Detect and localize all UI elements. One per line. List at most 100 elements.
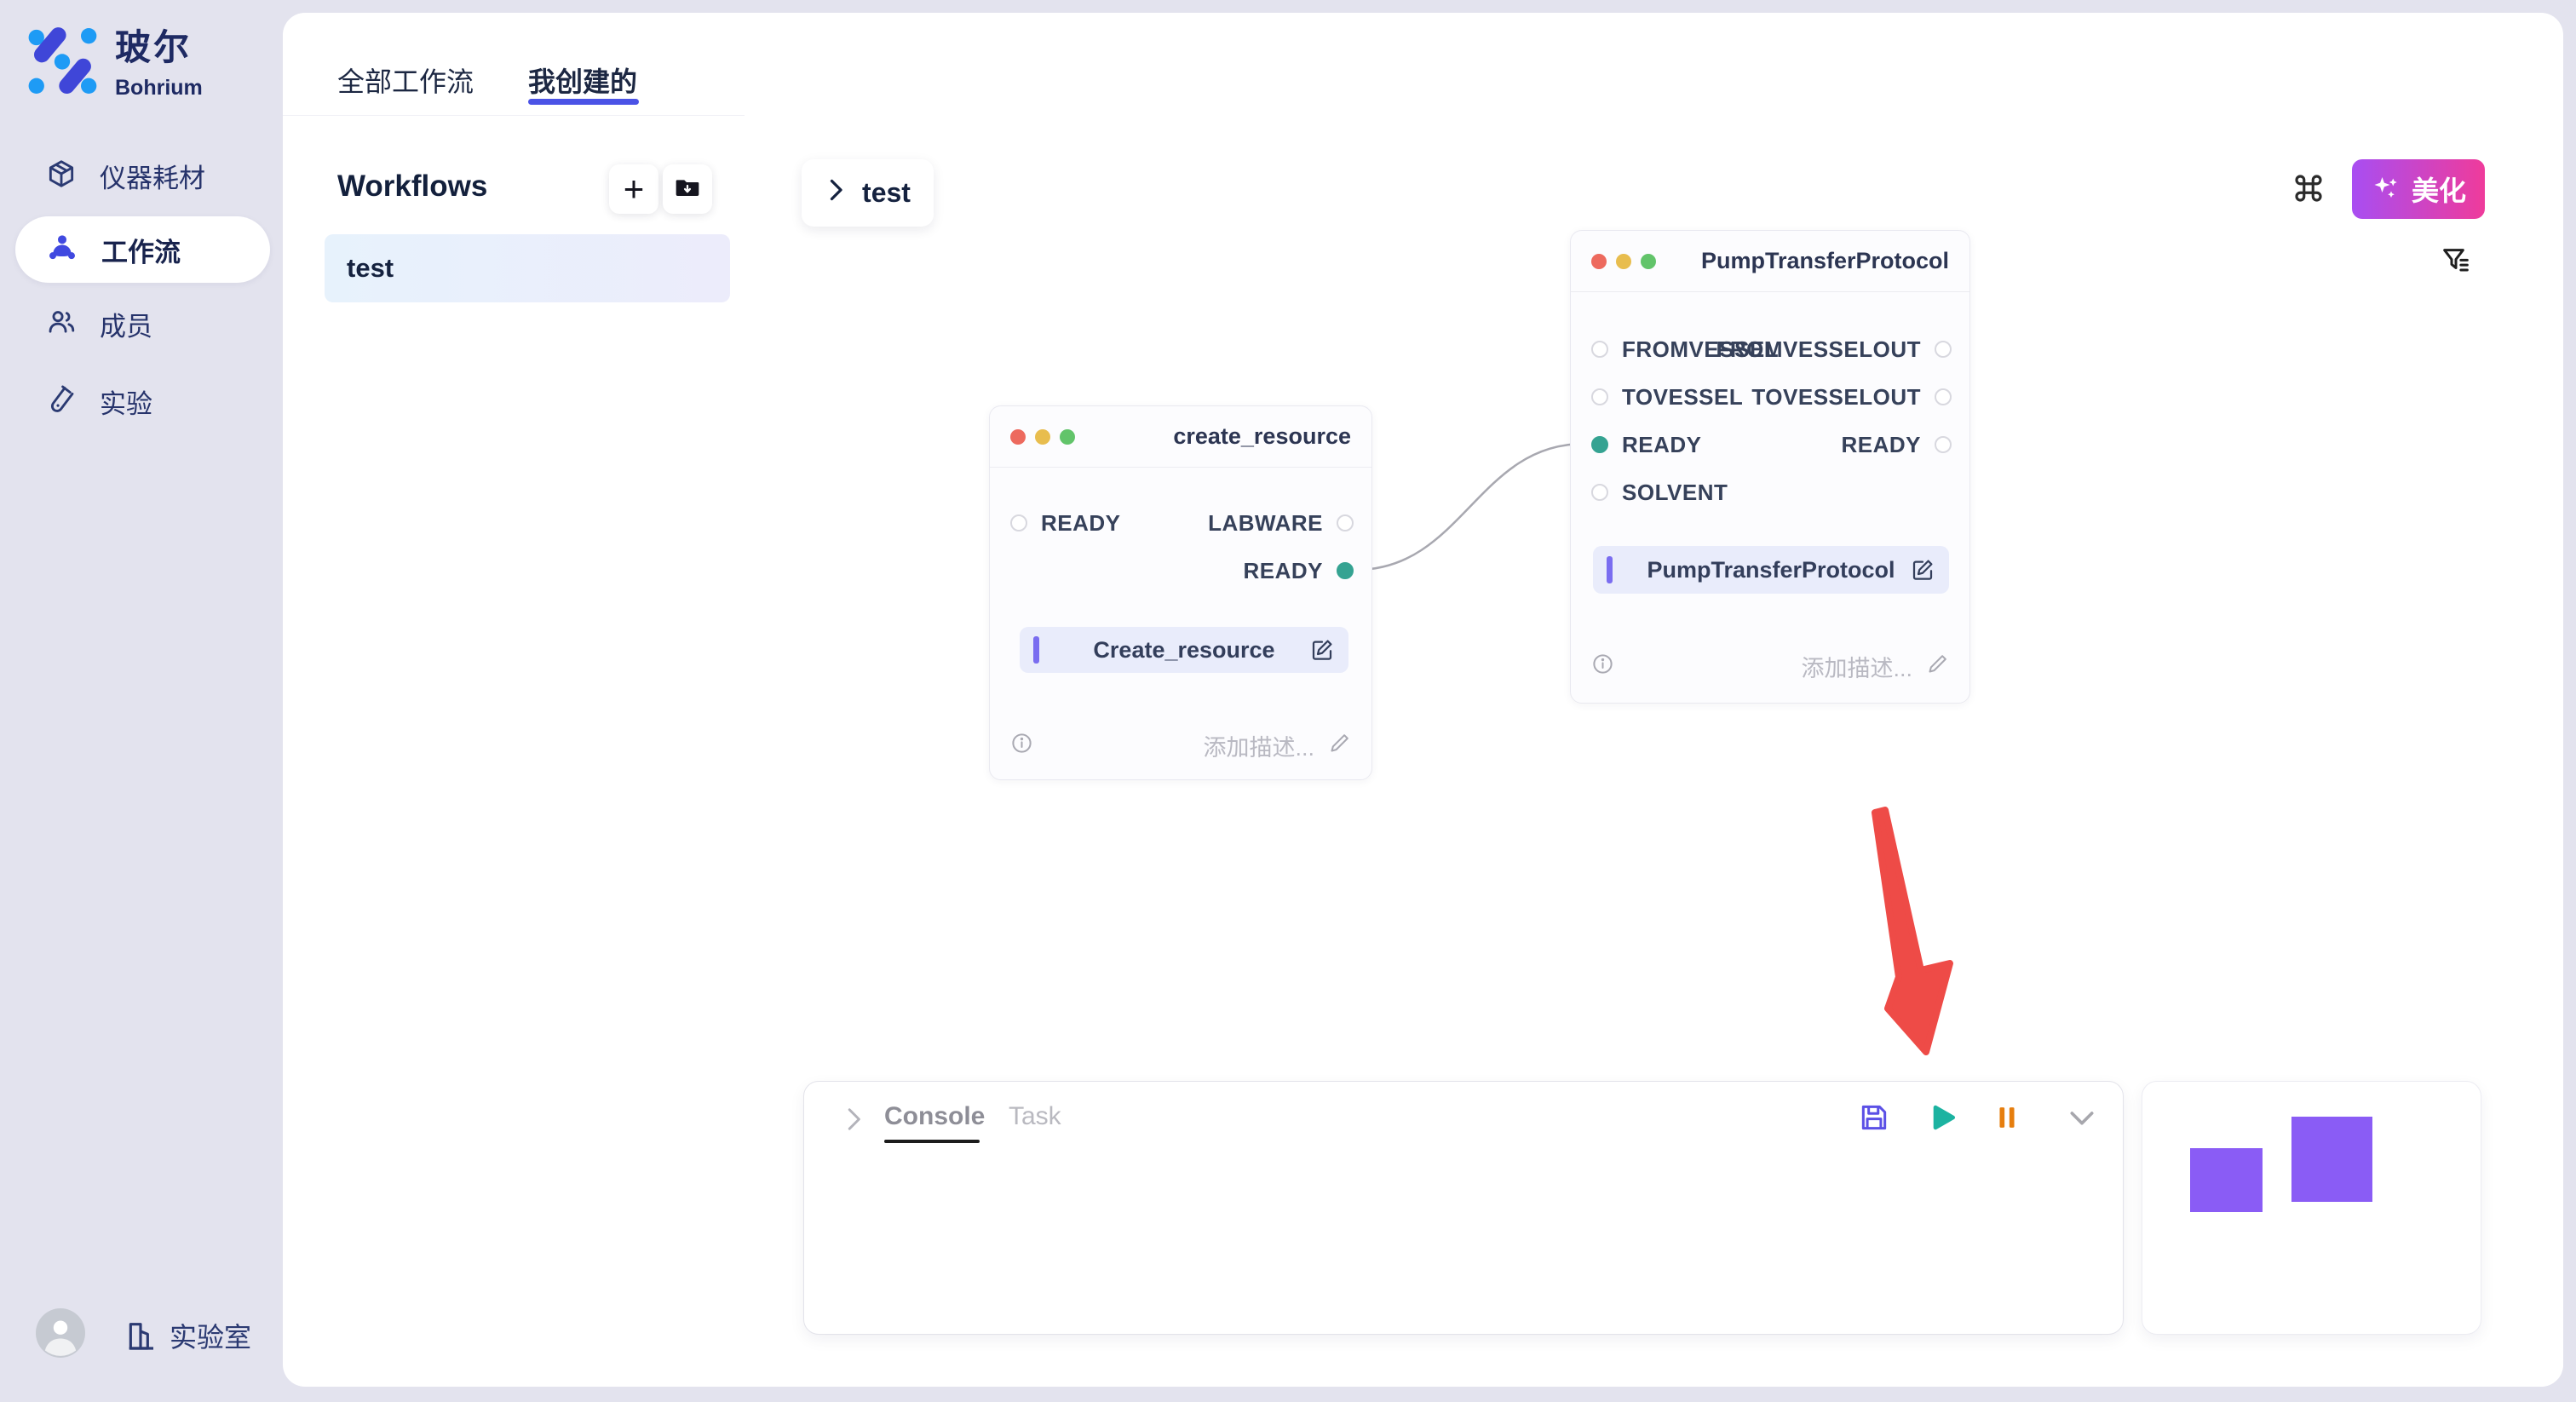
breadcrumb[interactable]: test [802,159,934,227]
test-tube-icon [45,383,78,420]
sidebar-item-experiments[interactable]: 实验 [15,368,270,434]
tab-task[interactable]: Task [1009,1102,1061,1131]
port-circle-connected[interactable] [1337,562,1354,579]
output-port-ready[interactable]: READY [1841,430,1952,459]
port-circle[interactable] [1935,388,1952,405]
brand-name-en: Bohrium [115,76,203,101]
panel-title: Workflows [337,170,487,204]
port-circle[interactable] [1935,436,1952,453]
auto-layout-button[interactable] [2291,170,2326,210]
node-title: PumpTransferProtocol [1701,248,1949,274]
edit-icon[interactable] [1309,637,1335,663]
chevron-right-icon[interactable] [825,177,847,210]
output-port-labware[interactable]: LABWARE [1208,509,1354,537]
node-footer: 添加描述... [1010,728,1351,762]
workflow-group-icon [45,231,79,269]
content-card: 全部工作流 我创建的 Workflows + test [283,13,2563,1387]
active-tab-underline [528,99,639,105]
node-action-pill[interactable]: Create_resource [1020,627,1348,673]
workflow-list-item[interactable]: test [325,234,730,302]
sidebar-item-label: 工作流 [101,231,181,269]
traffic-yellow-icon [1616,254,1631,269]
sidebar-item-label: 成员 [100,305,152,343]
pencil-icon[interactable] [1926,652,1949,680]
port-circle[interactable] [1935,341,1952,358]
workflow-canvas[interactable]: test create_resource READY LABWARE [745,115,2563,1387]
node-title: create_resource [1173,423,1351,450]
app: 玻尔 Bohrium 仪器耗材 工作流 [0,0,2576,1402]
info-icon[interactable] [1010,732,1033,759]
info-icon[interactable] [1591,652,1614,680]
input-port-ready[interactable]: READY [1591,430,1702,459]
console-expand-chevron-icon[interactable] [842,1106,865,1137]
traffic-green-icon [1060,429,1075,445]
connection-edge[interactable] [1356,444,1584,570]
save-button[interactable] [1857,1100,1891,1135]
pause-button[interactable] [1990,1100,2024,1135]
import-workflow-button[interactable] [663,164,712,214]
filter-button[interactable] [2439,244,2473,283]
output-port-tovesselout[interactable]: TOVESSELOUT [1751,382,1952,411]
members-icon [45,306,78,342]
node-header[interactable]: PumpTransferProtocol [1571,231,1969,292]
traffic-red-icon [1010,429,1026,445]
sidebar-item-instruments[interactable]: 仪器耗材 [15,142,270,209]
user-row: 实验室 [36,1308,251,1362]
port-circle-connected[interactable] [1591,436,1608,453]
beautify-button[interactable]: 美化 [2352,159,2485,219]
port-circle[interactable] [1591,341,1608,358]
minimap-node-create-resource [2190,1148,2263,1212]
bohrium-logo-icon [25,19,100,98]
traffic-green-icon [1641,254,1656,269]
port-circle[interactable] [1010,514,1027,531]
port-circle[interactable] [1591,388,1608,405]
command-icon [2291,195,2326,210]
add-workflow-button[interactable]: + [609,164,658,214]
brand-name-zh: 玻尔 [115,19,203,71]
workflow-item-label: test [347,253,394,284]
edit-icon[interactable] [1910,557,1935,583]
pill-accent-bar [1033,636,1039,664]
traffic-yellow-icon [1035,429,1050,445]
tab-all-workflows[interactable]: 全部工作流 [337,60,474,100]
minimap[interactable] [2142,1081,2481,1335]
annotation-red-arrow [1875,810,1950,1052]
port-circle[interactable] [1591,484,1608,501]
sidebar-item-workflows[interactable]: 工作流 [15,216,270,283]
folder-download-icon [674,174,701,205]
console-tab-underline [884,1140,980,1143]
input-port-solvent[interactable]: SOLVENT [1591,478,1728,507]
input-port-tovessel[interactable]: TOVESSEL [1591,382,1743,411]
description-placeholder[interactable]: 添加描述... [1801,650,1912,683]
port-circle[interactable] [1337,514,1354,531]
input-port-ready[interactable]: READY [1010,509,1121,537]
minimap-node-pump-transfer [2291,1117,2372,1202]
node-pump-transfer-protocol[interactable]: PumpTransferProtocol FROMVESSEL TOVESSEL… [1570,230,1970,704]
node-create-resource[interactable]: create_resource READY LABWARE READY Crea… [989,405,1372,780]
package-icon [45,158,78,194]
pill-accent-bar [1607,556,1613,583]
sidebar-item-label: 实验 [100,382,152,421]
sparkles-icon [2371,172,2401,207]
avatar[interactable] [36,1308,85,1362]
output-port-fromvesselout[interactable]: FROMVESSELOUT [1716,335,1952,364]
tab-console[interactable]: Console [884,1102,985,1131]
workspace-label[interactable]: 实验室 [170,1316,251,1355]
building-icon [124,1319,158,1353]
sidebar-item-members[interactable]: 成员 [15,290,270,357]
description-placeholder[interactable]: 添加描述... [1203,729,1314,762]
node-header[interactable]: create_resource [990,406,1371,468]
run-button[interactable] [1925,1100,1959,1135]
sidebar-item-label: 仪器耗材 [100,157,205,195]
output-port-ready[interactable]: READY [1243,556,1354,585]
traffic-red-icon [1591,254,1607,269]
console-panel: Console Task [803,1081,2124,1335]
beautify-label: 美化 [2412,170,2466,209]
tab-created-by-me[interactable]: 我创建的 [528,60,637,100]
node-footer: 添加描述... [1591,649,1949,683]
logo[interactable]: 玻尔 Bohrium [25,19,203,101]
pencil-icon[interactable] [1328,732,1351,759]
filter-funnel-icon [2439,267,2473,282]
collapse-console-button[interactable] [2065,1100,2099,1135]
node-action-pill[interactable]: PumpTransferProtocol [1593,546,1949,594]
